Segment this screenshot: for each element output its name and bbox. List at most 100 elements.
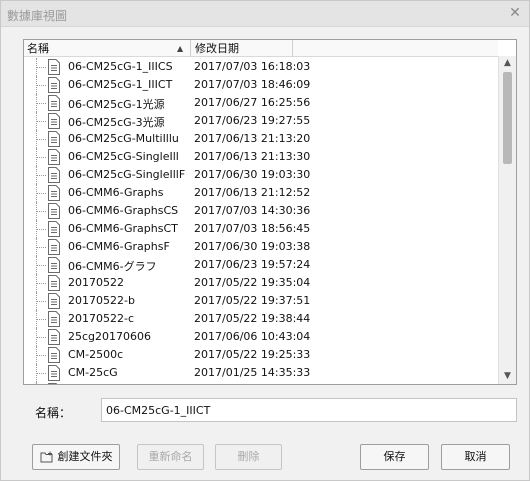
file-name: 20170522-b bbox=[68, 294, 135, 307]
list-item[interactable]: 06-CM25cG-1_IIICS 2017/07/03 16:18:03 bbox=[24, 58, 498, 76]
file-name: 06-CM25cG-3光源 bbox=[68, 116, 165, 129]
list-item[interactable]: 06-CM25cG-1光源 2017/06/27 16:25:56 bbox=[24, 94, 498, 112]
new-folder-icon bbox=[40, 451, 52, 463]
list-item[interactable]: CM-25cG Groups2017/05/24 21:44:36 bbox=[24, 382, 498, 384]
column-header-name[interactable]: 名稱 bbox=[24, 40, 191, 57]
document-icon bbox=[48, 185, 60, 201]
tree-branch bbox=[37, 103, 46, 104]
document-icon bbox=[48, 113, 60, 129]
tree-branch bbox=[37, 265, 46, 266]
rename-button[interactable]: 重新命名 bbox=[137, 444, 204, 470]
scrollbar-thumb[interactable] bbox=[503, 72, 512, 164]
window-title: 數據庫視圖 bbox=[7, 9, 68, 23]
name-input[interactable] bbox=[101, 398, 517, 422]
document-icon bbox=[48, 203, 60, 219]
file-name: 06-CMM6-GraphsCS bbox=[68, 204, 179, 217]
document-icon bbox=[48, 239, 60, 255]
tree-branch bbox=[37, 229, 46, 230]
list-item[interactable]: 20170522 2017/05/22 19:35:04 bbox=[24, 274, 498, 292]
close-icon[interactable]: ✕ bbox=[507, 5, 523, 21]
sort-ascending-icon: ▲ bbox=[177, 44, 184, 53]
tree-branch bbox=[37, 373, 46, 374]
list-item[interactable]: 06-CMM6-GraphsCS 2017/07/03 14:30:36 bbox=[24, 202, 498, 220]
file-name: 20170522 bbox=[68, 276, 124, 289]
file-name: 20170522-c bbox=[68, 312, 135, 325]
tree-branch bbox=[37, 67, 46, 68]
file-modified-date: 2017/06/23 19:27:55 bbox=[194, 114, 311, 127]
file-name: 06-CM25cG-SingleIllF bbox=[68, 168, 186, 181]
document-icon bbox=[48, 275, 60, 291]
list-item[interactable]: 06-CMM6-GraphsCT 2017/07/03 18:56:45 bbox=[24, 220, 498, 238]
file-modified-date: 2017/07/03 14:30:36 bbox=[194, 204, 311, 217]
file-modified-date: 2017/06/30 19:03:38 bbox=[194, 240, 311, 253]
file-modified-date: 2017/06/06 10:43:04 bbox=[194, 330, 311, 343]
document-icon bbox=[48, 59, 60, 75]
file-name: 06-CMM6-GraphsCT bbox=[68, 222, 178, 235]
tree-branch bbox=[37, 121, 46, 122]
file-list[interactable]: 名稱 ▲ 修改日期 06-CM25cG-1_IIICS 2017/07/03 16… bbox=[23, 39, 517, 385]
scroll-down-icon[interactable]: ▼ bbox=[501, 371, 514, 382]
file-modified-date: 2017/05/22 19:35:04 bbox=[194, 276, 311, 289]
file-name: 06-CM25cG-SingleIll bbox=[68, 150, 179, 163]
file-modified-date: 2017/05/22 19:38:44 bbox=[194, 312, 311, 325]
file-modified-date: 2017/01/25 14:35:33 bbox=[194, 366, 311, 379]
file-name: CM-2500c bbox=[68, 348, 124, 361]
file-name: 06-CM25cG-MultiIllu bbox=[68, 132, 179, 145]
list-item[interactable]: 06-CM25cG-MultiIllu 2017/06/13 21:13:20 bbox=[24, 130, 498, 148]
tree-branch bbox=[37, 193, 46, 194]
tree-branch bbox=[37, 355, 46, 356]
file-name: 06-CM25cG-1_IIICS bbox=[68, 60, 173, 73]
file-modified-date: 2017/07/03 18:56:45 bbox=[194, 222, 311, 235]
tree-branch bbox=[37, 319, 46, 320]
tree-branch bbox=[37, 301, 46, 302]
delete-button[interactable]: 刪除 bbox=[215, 444, 282, 470]
list-item[interactable]: 06-CMM6-グラフ 2017/06/23 19:57:24 bbox=[24, 256, 498, 274]
list-item[interactable]: 06-CM25cG-SingleIllF 2017/06/30 19:03:30 bbox=[24, 166, 498, 184]
list-item[interactable]: 06-CMM6-GraphsF 2017/06/30 19:03:38 bbox=[24, 238, 498, 256]
tree-branch bbox=[37, 85, 46, 86]
document-icon bbox=[48, 311, 60, 327]
document-icon bbox=[48, 347, 60, 363]
document-icon bbox=[48, 167, 60, 183]
document-icon bbox=[48, 329, 60, 345]
database-view-dialog: 數據庫視圖 ✕ 名稱 ▲ 修改日期 06-CM25cG-1_IIICS 2017/… bbox=[0, 0, 530, 481]
tree-branch bbox=[37, 157, 46, 158]
document-icon bbox=[48, 383, 58, 384]
file-name: 25cg20170606 bbox=[68, 330, 152, 343]
scroll-up-icon[interactable]: ▲ bbox=[501, 58, 514, 69]
file-modified-date: 2017/06/30 19:03:30 bbox=[194, 168, 311, 181]
list-item[interactable]: 06-CMM6-Graphs 2017/06/13 21:12:52 bbox=[24, 184, 498, 202]
column-header-modified-date[interactable]: 修改日期 bbox=[192, 40, 293, 57]
file-name: 06-CM25cG-1_IIICT bbox=[68, 78, 173, 91]
save-button[interactable]: 保存 bbox=[360, 444, 429, 470]
tree-branch bbox=[37, 247, 46, 248]
name-field-label: 名稱： bbox=[35, 406, 72, 420]
file-name: 06-CM25cG-1光源 bbox=[68, 98, 165, 111]
list-item[interactable]: CM-2500c 2017/05/22 19:25:33 bbox=[24, 346, 498, 364]
tree-branch bbox=[37, 211, 46, 212]
file-name: 06-CMM6-GraphsF bbox=[68, 240, 170, 253]
vertical-scrollbar[interactable]: ▲ ▼ bbox=[498, 56, 516, 384]
title-bar: 數據庫視圖 ✕ bbox=[1, 1, 529, 27]
document-icon bbox=[48, 77, 60, 93]
tree-branch bbox=[37, 337, 46, 338]
file-modified-date: 2017/07/03 16:18:03 bbox=[194, 60, 311, 73]
file-name: 06-CMM6-Graphs bbox=[68, 186, 164, 199]
list-item[interactable]: 25cg20170606 2017/06/06 10:43:04 bbox=[24, 328, 498, 346]
list-header: 名稱 ▲ 修改日期 bbox=[24, 40, 498, 57]
tree-line bbox=[36, 382, 37, 384]
list-item[interactable]: 20170522-c 2017/05/22 19:38:44 bbox=[24, 310, 498, 328]
list-item[interactable]: 06-CM25cG-3光源 2017/06/23 19:27:55 bbox=[24, 112, 498, 130]
column-header-date-label: 修改日期 bbox=[195, 42, 239, 55]
cancel-button[interactable]: 取消 bbox=[441, 444, 510, 470]
document-icon bbox=[48, 365, 60, 381]
document-icon bbox=[48, 95, 60, 111]
list-item[interactable]: 20170522-b 2017/05/22 19:37:51 bbox=[24, 292, 498, 310]
list-item[interactable]: CM-25cG 2017/01/25 14:35:33 bbox=[24, 364, 498, 382]
file-modified-date: 2017/05/22 19:25:33 bbox=[194, 348, 311, 361]
tree-branch bbox=[37, 283, 46, 284]
create-folder-button[interactable]: 創建文件夾 bbox=[32, 444, 120, 470]
list-item[interactable]: 06-CM25cG-1_IIICT 2017/07/03 18:46:09 bbox=[24, 76, 498, 94]
list-item[interactable]: 06-CM25cG-SingleIll 2017/06/13 21:13:30 bbox=[24, 148, 498, 166]
file-modified-date: 2017/06/23 19:57:24 bbox=[194, 258, 311, 271]
